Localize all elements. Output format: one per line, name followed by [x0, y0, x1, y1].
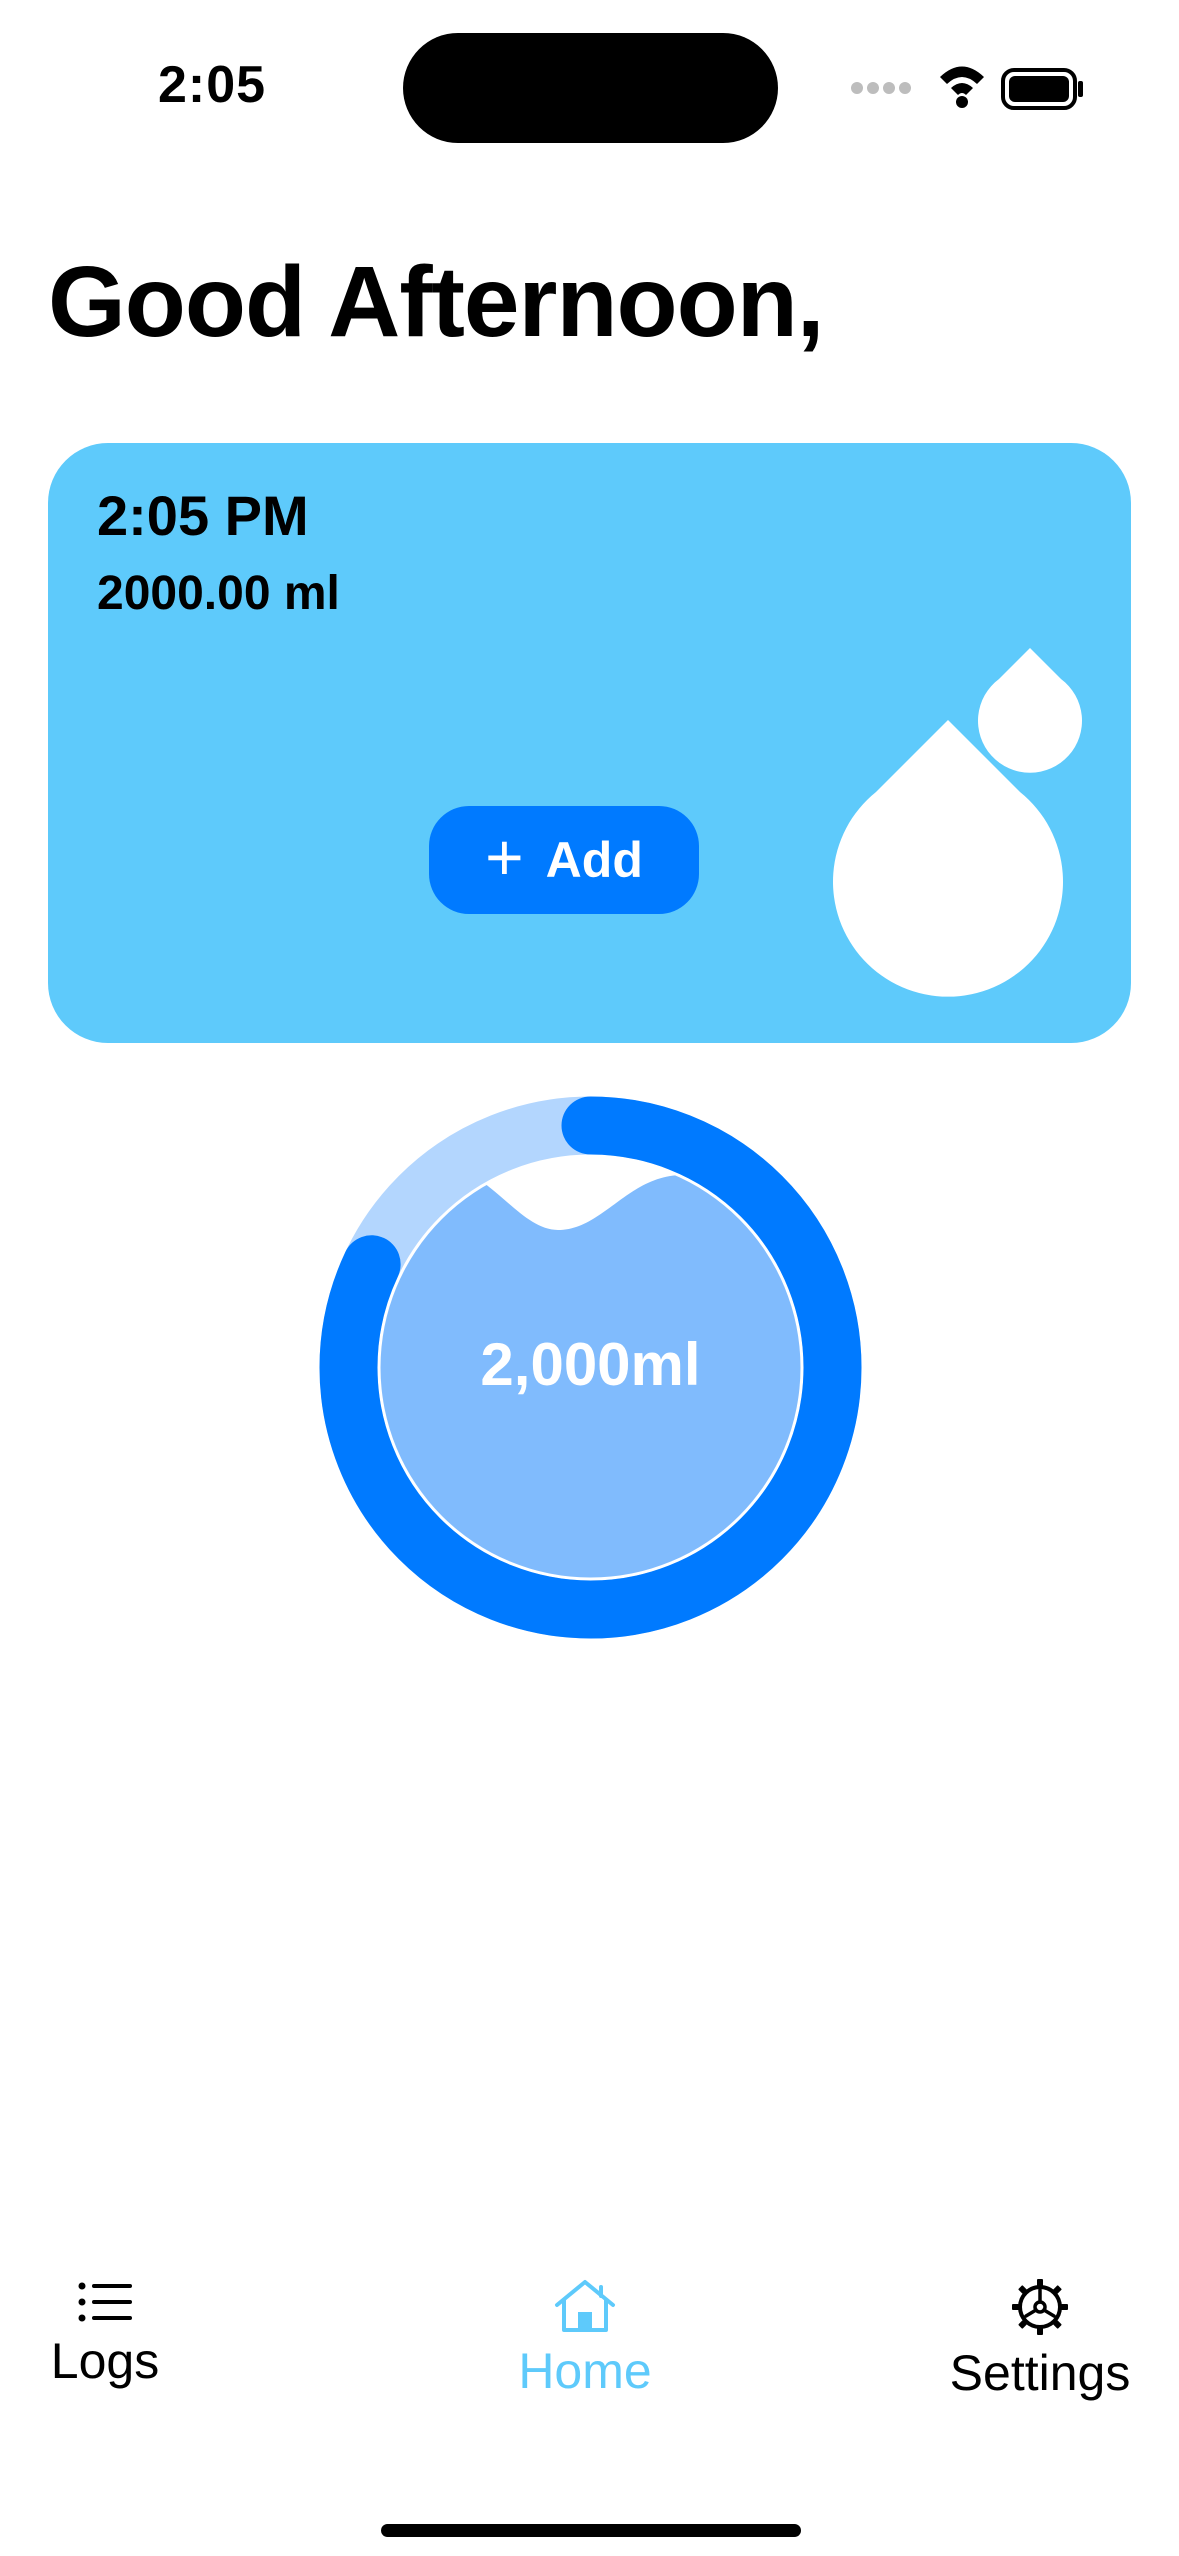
card-time: 2:05 PM	[97, 484, 309, 547]
battery-icon	[1001, 68, 1083, 110]
tab-settings-label: Settings	[949, 2345, 1131, 2401]
plus-icon: +	[485, 820, 524, 894]
home-indicator	[381, 2524, 801, 2537]
house-icon	[555, 2280, 615, 2332]
card-amount: 2000.00 ml	[97, 567, 340, 620]
greeting-title: Good Afternoon,	[48, 246, 825, 358]
tab-logs[interactable]: Logs	[40, 2280, 170, 2390]
tab-settings[interactable]: Settings	[930, 2278, 1150, 2402]
tab-home-label: Home	[518, 2343, 652, 2399]
dynamic-island	[403, 33, 778, 143]
tab-logs-label: Logs	[50, 2333, 160, 2389]
add-button-label: Add	[545, 832, 643, 888]
gear-icon	[1012, 2279, 1068, 2335]
intake-total-label: 2,000ml	[480, 1331, 701, 1398]
water-drops-icon	[833, 648, 1082, 997]
add-button[interactable]: + Add	[429, 806, 699, 914]
list-icon	[78, 2282, 132, 2322]
status-icons	[845, 58, 1085, 118]
status-time: 2:05	[158, 56, 267, 114]
latest-intake-card: 2:05 PM 2000.00 ml + Add	[48, 443, 1131, 1043]
wifi-icon	[940, 66, 984, 108]
cellular-icon	[851, 82, 911, 94]
tab-home[interactable]: Home	[470, 2278, 700, 2400]
